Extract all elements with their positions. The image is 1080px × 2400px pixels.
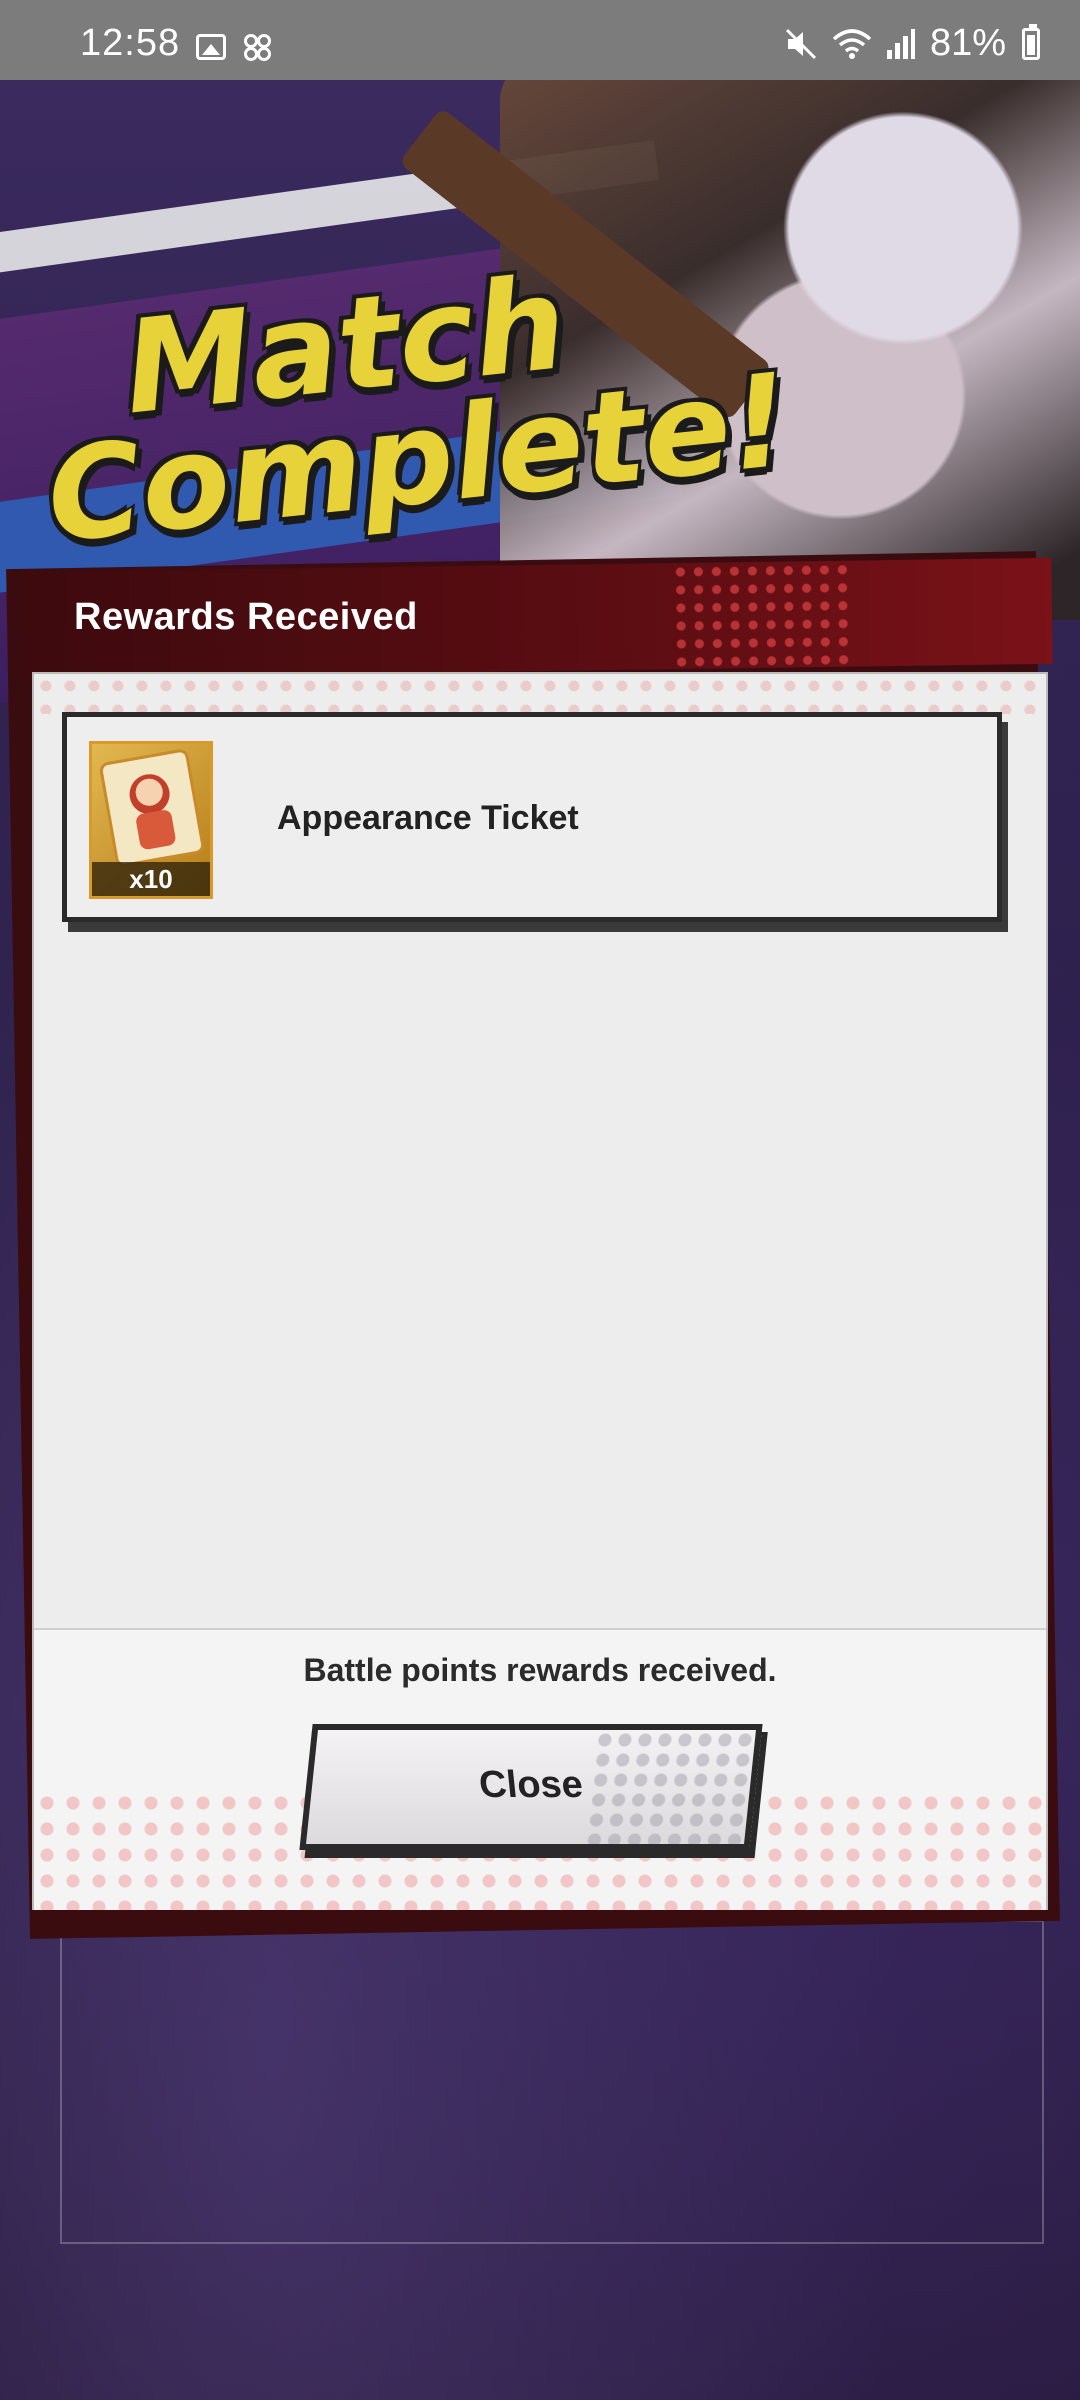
status-bar: 12:58 81% <box>0 0 1080 80</box>
wifi-icon <box>832 28 872 59</box>
gallery-icon <box>196 34 226 60</box>
rewards-message: Battle points rewards received. <box>303 1652 777 1688</box>
battery-icon <box>1022 23 1040 60</box>
battery-percent: 81% <box>929 22 1006 64</box>
reward-quantity: x10 <box>92 862 210 896</box>
panel-pattern <box>34 674 1046 714</box>
appearance-ticket-icon: x10 <box>89 741 213 899</box>
status-right: 81% <box>784 22 1040 65</box>
dialog-title: Rewards Received <box>74 596 418 638</box>
dots-icon <box>244 34 271 61</box>
reward-name: Appearance Ticket <box>277 799 579 837</box>
background-frame <box>60 1920 1044 2244</box>
signal-icon <box>886 28 915 59</box>
reward-item: x10 Appearance Ticket <box>62 712 1002 922</box>
status-time: 12:58 <box>80 22 181 64</box>
close-button-label[interactable]: Close <box>304 1764 759 1807</box>
mute-icon <box>785 28 816 59</box>
